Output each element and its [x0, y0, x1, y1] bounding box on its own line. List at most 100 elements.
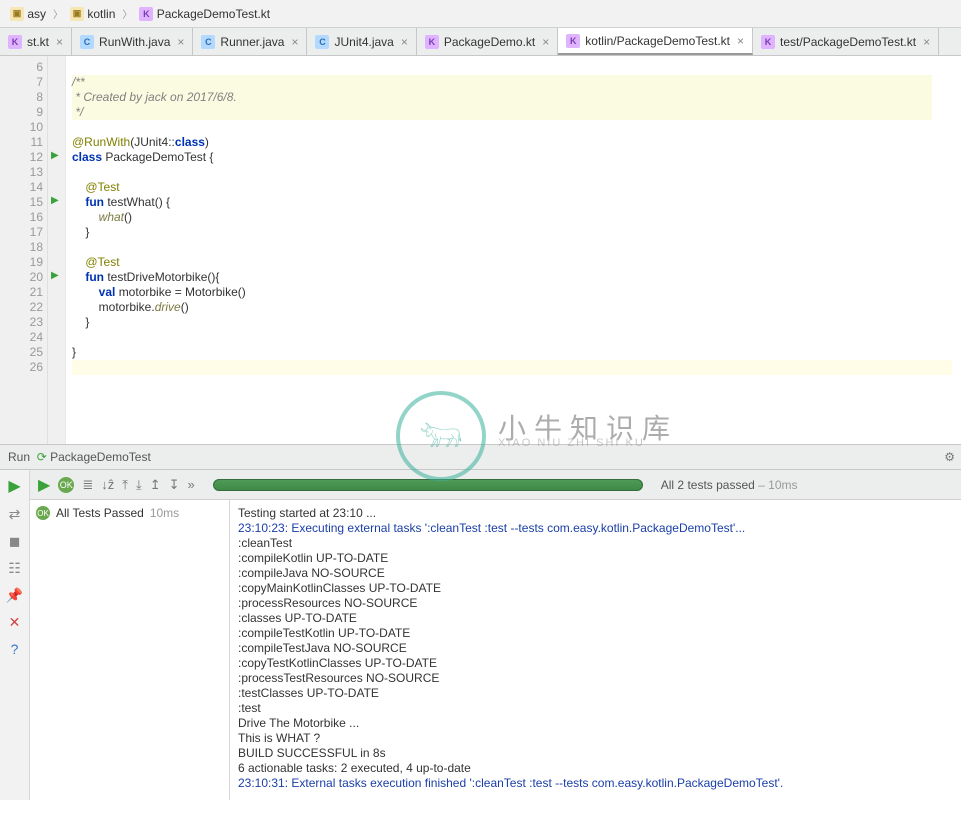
console-line: :copyMainKotlinClasses UP-TO-DATE	[238, 581, 953, 596]
line-number: 10	[0, 120, 43, 135]
line-number: 22	[0, 300, 43, 315]
code-text: PackageDemoTest {	[105, 150, 213, 164]
console-line: :testClasses UP-TO-DATE	[238, 686, 953, 701]
run-gutter-icon[interactable]: ▶	[51, 270, 59, 281]
editor-tab[interactable]: CJUnit4.java×	[307, 28, 416, 55]
line-number: 11	[0, 135, 43, 150]
code-text: (JUnit4::	[130, 135, 175, 149]
code-text: testDriveMotorbike	[107, 270, 207, 284]
editor-tab[interactable]: CRunWith.java×	[72, 28, 193, 55]
code-area[interactable]: /** * Created by jack on 2017/6/8. */ @R…	[66, 56, 961, 444]
line-number: 12	[0, 150, 43, 165]
console-line: Testing started at 23:10 ...	[238, 506, 953, 521]
console-line: BUILD SUCCESSFUL in 8s	[238, 746, 953, 761]
run-side-toolbar: ▶ ⇄ ◼ ☷ 📌 ✕ ?	[0, 470, 30, 800]
run-gutter-icon[interactable]: ▶	[51, 195, 59, 206]
console-line: 23:10:23: Executing external tasks ':cle…	[238, 521, 953, 536]
crumb-kotlin[interactable]: ▣ kotlin	[64, 7, 121, 21]
crumb-file[interactable]: K PackageDemoTest.kt	[133, 7, 276, 21]
rerun-icon[interactable]: ▶	[8, 476, 20, 496]
code-text: )	[205, 135, 209, 149]
layout-icon[interactable]: ☷	[8, 560, 21, 577]
doc-comment: */	[72, 105, 932, 120]
console-line: 23:10:31: External tasks execution finis…	[238, 776, 953, 791]
sort-alpha-icon[interactable]: ↓ẑ	[101, 477, 114, 492]
close-icon[interactable]: ×	[399, 35, 408, 49]
run-target: PackageDemoTest	[50, 450, 151, 464]
test-tree[interactable]: OK All Tests Passed 10ms	[30, 500, 230, 800]
close-icon[interactable]: ×	[289, 35, 298, 49]
keyword: val	[99, 285, 119, 299]
gear-icon[interactable]: ⚙	[944, 450, 955, 464]
console-line: :compileJava NO-SOURCE	[238, 566, 953, 581]
code-text: motorbike.	[72, 300, 155, 314]
console-line: :compileTestKotlin UP-TO-DATE	[238, 626, 953, 641]
editor-tab[interactable]: CRunner.java×	[193, 28, 307, 55]
breadcrumb: ▣ asy 〉 ▣ kotlin 〉 K PackageDemoTest.kt	[0, 0, 961, 28]
code-text: }	[72, 225, 961, 240]
line-number: 16	[0, 210, 43, 225]
editor-tab[interactable]: Kst.kt ×	[0, 28, 72, 55]
collapse-icon[interactable]: ⤒	[122, 477, 128, 493]
keyword: fun	[85, 195, 107, 209]
line-number: 19	[0, 255, 43, 270]
more-icon[interactable]: »	[188, 477, 195, 492]
editor-tab[interactable]: Ktest/PackageDemoTest.kt ×	[753, 28, 939, 55]
keyword: class	[72, 150, 105, 164]
expand-icon[interactable]: ⤓	[136, 477, 142, 493]
code-text: ()	[181, 300, 189, 314]
annotation: @Test	[85, 255, 119, 269]
sort-icon[interactable]: ≣	[82, 477, 93, 493]
editor-tabs: Kst.kt×CRunWith.java×CRunner.java×CJUnit…	[0, 28, 961, 56]
pin-icon[interactable]: 📌	[6, 587, 23, 604]
run-gutter-icon[interactable]: ▶	[51, 150, 59, 161]
line-number: 9	[0, 105, 43, 120]
close-icon[interactable]: ×	[540, 35, 549, 49]
crumb-asy[interactable]: ▣ asy	[4, 7, 52, 21]
chevron-right-icon: 〉	[121, 6, 133, 21]
tab-label: RunWith.java	[99, 35, 170, 49]
tab-label: st.kt	[27, 35, 49, 49]
kotlin-file-icon: K	[566, 34, 580, 48]
close-icon[interactable]: ×	[921, 35, 930, 49]
close-icon[interactable]: ×	[175, 35, 184, 49]
code-editor[interactable]: 67891011121314151617181920212223242526 ▶…	[0, 56, 961, 444]
chevron-right-icon: 〉	[52, 6, 64, 21]
play-icon[interactable]: ▶	[38, 475, 50, 495]
test-progress-bar	[213, 479, 643, 491]
doc-comment: * Created by jack on 2017/6/8.	[72, 90, 932, 105]
crumb-label: PackageDemoTest.kt	[157, 7, 270, 21]
kotlin-file-icon: K	[761, 35, 775, 49]
console-line: :compileKotlin UP-TO-DATE	[238, 551, 953, 566]
kotlin-file-icon: K	[8, 35, 22, 49]
java-file-icon: C	[315, 35, 329, 49]
editor-tab[interactable]: KPackageDemo.kt×	[417, 28, 558, 55]
run-panel-header[interactable]: Run ⟳ PackageDemoTest ⚙	[0, 444, 961, 470]
console-output[interactable]: Testing started at 23:10 ...23:10:23: Ex…	[230, 500, 961, 800]
help-icon[interactable]: ?	[11, 641, 19, 657]
next-icon[interactable]: ↧	[169, 477, 180, 493]
tab-label: test/PackageDemoTest.kt	[780, 35, 916, 49]
code-text: motorbike = Motorbike()	[119, 285, 246, 299]
fn-call: what	[99, 210, 124, 224]
stop-icon[interactable]: ◼	[9, 533, 21, 550]
close-icon[interactable]: ✕	[9, 614, 21, 631]
tree-time: 10ms	[150, 506, 179, 520]
line-number: 7	[0, 75, 43, 90]
tab-label: Runner.java	[220, 35, 284, 49]
prev-icon[interactable]: ↥	[150, 477, 161, 493]
ok-badge[interactable]: OK	[58, 477, 74, 493]
line-number: 14	[0, 180, 43, 195]
fn-call: drive	[155, 300, 181, 314]
line-number: 15	[0, 195, 43, 210]
console-line: :cleanTest	[238, 536, 953, 551]
editor-tab[interactable]: Kkotlin/PackageDemoTest.kt×	[558, 28, 753, 55]
line-number: 13	[0, 165, 43, 180]
close-icon[interactable]: ×	[735, 34, 744, 48]
close-icon[interactable]: ×	[54, 35, 63, 49]
tree-root[interactable]: OK All Tests Passed 10ms	[36, 506, 223, 520]
toggle-icon[interactable]: ⇄	[9, 506, 21, 523]
marker-column: ▶ ▶ ▶	[48, 56, 66, 444]
console-line: :copyTestKotlinClasses UP-TO-DATE	[238, 656, 953, 671]
line-number: 26	[0, 360, 43, 375]
